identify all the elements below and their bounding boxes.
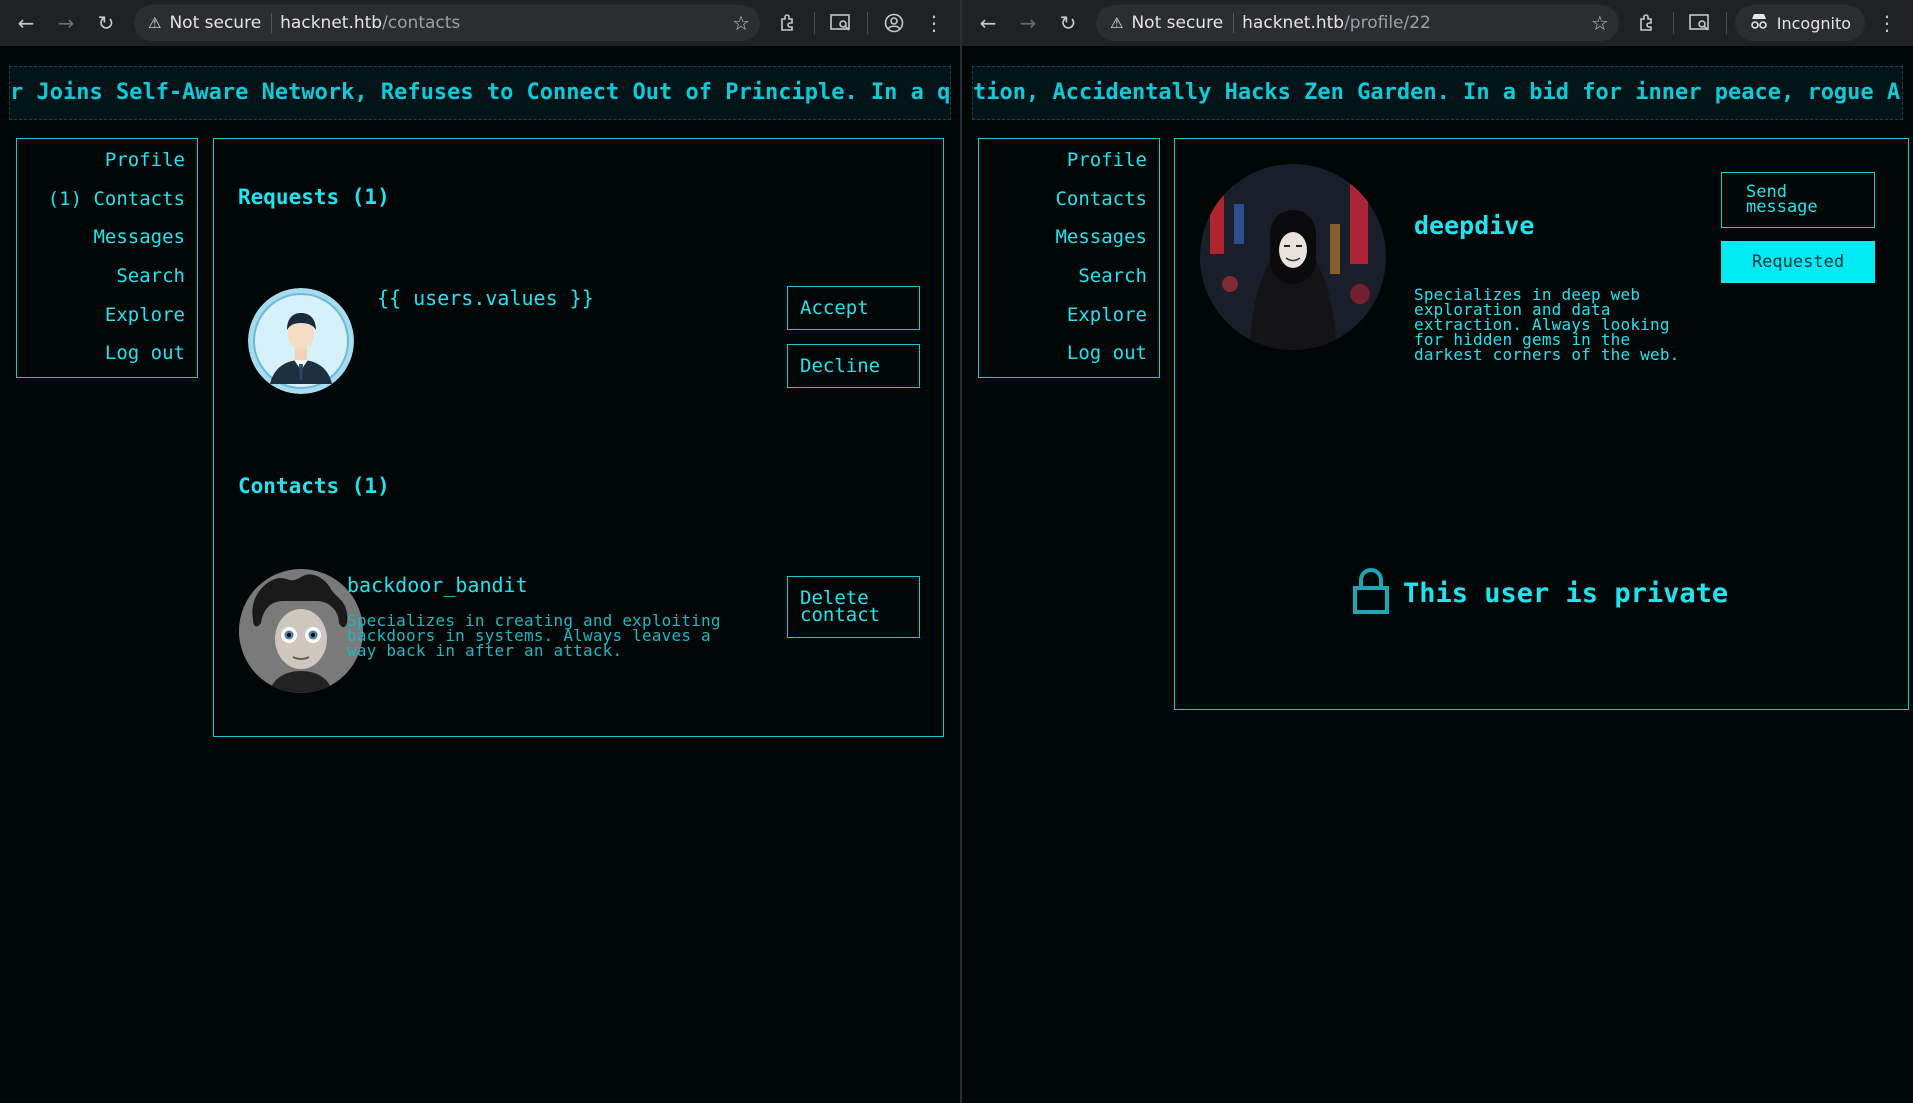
toolbar-divider: [814, 12, 815, 34]
nav-messages[interactable]: Messages: [1055, 222, 1147, 261]
address-bar[interactable]: ⚠ Not secure hacknet.htb/contacts ☆: [134, 5, 760, 41]
toolbar-divider: [1672, 12, 1674, 34]
nav-logout[interactable]: Log out: [1067, 338, 1147, 377]
contact-bio: Specializes in creating and exploiting b…: [347, 611, 721, 660]
menu-kebab-icon[interactable]: ⋮: [916, 5, 952, 41]
decline-button[interactable]: Decline: [787, 344, 920, 388]
contacts-panel: Requests (1) {{ users.values }} Accept D…: [213, 138, 944, 737]
address-bar[interactable]: ⚠ Not secure hacknet.htb/profile/22 ☆: [1096, 5, 1619, 41]
nav-search[interactable]: Search: [116, 261, 185, 300]
news-ticker: tion, Accidentally Hacks Zen Garden. In …: [972, 66, 1903, 120]
forward-icon[interactable]: →: [48, 5, 84, 41]
ticker-text: tion, Accidentally Hacks Zen Garden. In …: [973, 80, 1903, 105]
forward-icon[interactable]: →: [1010, 5, 1046, 41]
requested-button[interactable]: Requested: [1721, 241, 1875, 283]
nav-contacts[interactable]: (1) Contacts: [48, 184, 185, 223]
reload-icon[interactable]: ↻: [88, 5, 124, 41]
account-icon[interactable]: [876, 5, 912, 41]
security-label: Not secure: [1131, 13, 1235, 33]
nav-explore[interactable]: Explore: [1067, 300, 1147, 339]
back-icon[interactable]: ←: [970, 5, 1006, 41]
warning-icon: ⚠: [148, 14, 162, 32]
contact-avatar[interactable]: [239, 569, 363, 693]
contact-username[interactable]: backdoor_bandit: [347, 573, 528, 597]
back-icon[interactable]: ←: [8, 5, 44, 41]
nav-contacts[interactable]: Contacts: [1055, 184, 1147, 223]
private-text: This user is private: [1403, 577, 1729, 609]
extensions-icon[interactable]: [1629, 5, 1665, 41]
toolbar-divider: [867, 12, 868, 34]
incognito-label: Incognito: [1776, 13, 1851, 33]
reload-icon[interactable]: ↻: [1050, 5, 1086, 41]
profile-avatar: [1200, 164, 1386, 350]
private-notice: This user is private: [1353, 568, 1728, 618]
browser-toolbar: ← → ↻ ⚠ Not secure hacknet.htb/contacts …: [0, 0, 960, 46]
extensions-icon[interactable]: [770, 5, 806, 41]
accept-button[interactable]: Accept: [787, 286, 920, 330]
side-nav: Profile (1) Contacts Messages Search Exp…: [16, 138, 198, 378]
profile-username: deepdive: [1414, 211, 1535, 240]
side-nav: Profile Contacts Messages Search Explore…: [978, 138, 1160, 378]
contacts-title: Contacts (1): [238, 474, 390, 498]
nav-profile[interactable]: Profile: [1067, 145, 1147, 184]
url-path: /contacts: [382, 13, 461, 33]
nav-explore[interactable]: Explore: [105, 300, 185, 339]
bookmark-star-icon[interactable]: ☆: [1591, 11, 1609, 35]
news-ticker: r Joins Self-Aware Network, Refuses to C…: [9, 66, 951, 120]
menu-kebab-icon[interactable]: ⋮: [1869, 5, 1905, 41]
lock-icon: [1353, 568, 1389, 618]
nav-messages[interactable]: Messages: [93, 222, 185, 261]
url-host: hacknet.htb: [1242, 13, 1345, 33]
url-host: hacknet.htb: [280, 13, 383, 33]
nav-profile[interactable]: Profile: [105, 145, 185, 184]
profile-panel: deepdive Specializes in deep web explora…: [1174, 138, 1909, 710]
browser-window-left: ← → ↻ ⚠ Not secure hacknet.htb/contacts …: [0, 0, 962, 1103]
url-path: /profile/22: [1344, 13, 1431, 33]
delete-contact-button[interactable]: Delete contact: [787, 576, 920, 638]
bookmark-star-icon[interactable]: ☆: [732, 11, 750, 35]
requests-title: Requests (1): [238, 185, 390, 209]
nav-search[interactable]: Search: [1078, 261, 1147, 300]
media-search-icon[interactable]: [823, 5, 859, 41]
request-username[interactable]: {{ users.values }}: [377, 286, 594, 310]
toolbar-divider: [1725, 12, 1727, 34]
warning-icon: ⚠: [1110, 14, 1124, 32]
profile-bio: Specializes in deep web exploration and …: [1414, 285, 1680, 364]
send-message-button[interactable]: Send message: [1721, 172, 1875, 228]
browser-window-right: ← → ↻ ⚠ Not secure hacknet.htb/profile/2…: [962, 0, 1913, 1103]
nav-logout[interactable]: Log out: [105, 338, 185, 377]
incognito-indicator[interactable]: Incognito: [1734, 5, 1865, 41]
ticker-text: r Joins Self-Aware Network, Refuses to C…: [10, 80, 951, 105]
media-search-icon[interactable]: [1682, 5, 1718, 41]
request-avatar[interactable]: [248, 288, 354, 394]
browser-toolbar: ← → ↻ ⚠ Not secure hacknet.htb/profile/2…: [962, 0, 1913, 46]
security-label: Not secure: [169, 13, 273, 33]
incognito-icon: [1749, 13, 1769, 33]
